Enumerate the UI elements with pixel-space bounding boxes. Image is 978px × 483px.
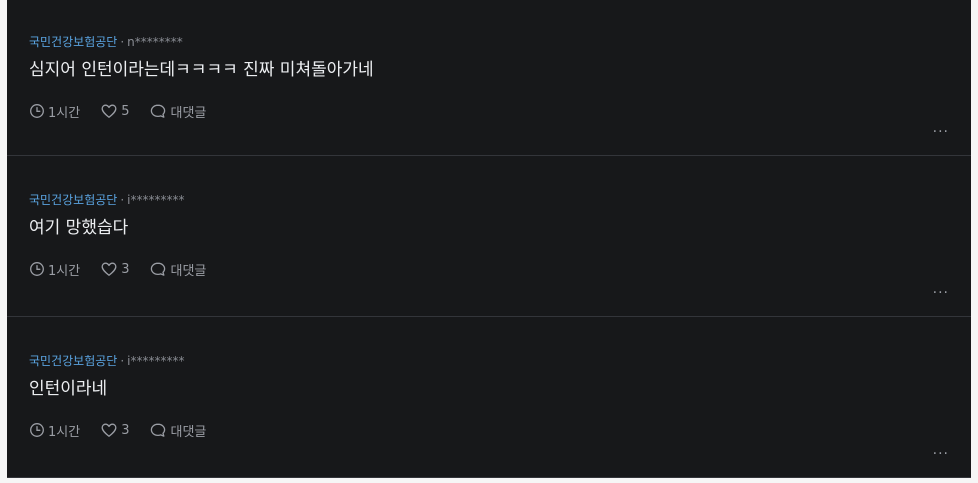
speech-bubble-icon [151, 423, 166, 437]
reply-label: 대댓글 [170, 263, 207, 279]
comment-item: 국민건강보험공단 · n******** 심지어 인턴이라는데ㅋㅋㅋㅋ 진짜 미쳐돌… [7, 0, 971, 156]
more-options-button[interactable]: ... [933, 443, 949, 457]
speech-bubble-icon [151, 262, 166, 276]
reply-button[interactable]: 대댓글 [149, 260, 206, 279]
time-label: 1시간 [48, 105, 81, 121]
reply-button[interactable]: 대댓글 [149, 421, 206, 440]
time-label: 1시간 [48, 424, 81, 440]
reply-label: 대댓글 [170, 424, 207, 440]
clock-icon [30, 262, 44, 276]
like-button[interactable]: 3 [100, 422, 129, 438]
like-count: 3 [121, 422, 130, 438]
time-label: 1시간 [48, 263, 81, 279]
comment-text: 여기 망했습다 [29, 218, 129, 238]
comment-actions: 1시간 3 대댓글 [29, 421, 971, 440]
heart-icon [101, 262, 117, 276]
meta-separator: · [120, 193, 125, 207]
reply-button[interactable]: 대댓글 [149, 102, 206, 121]
timestamp: 1시간 [29, 102, 80, 121]
username: i********* [127, 193, 185, 207]
comment-item: 국민건강보험공단 · i********* 여기 망했습다 1시간 3 대댓글 ..… [7, 156, 971, 317]
comment-actions: 1시간 3 대댓글 [29, 260, 971, 279]
comment-text: 인턴이라네 [29, 379, 108, 399]
comment-meta: 국민건강보험공단 · i********* [29, 353, 971, 369]
clock-icon [30, 104, 44, 118]
company-name[interactable]: 국민건강보험공단 [29, 193, 117, 207]
comment-text: 심지어 인턴이라는데ㅋㅋㅋㅋ 진짜 미쳐돌아가네 [29, 60, 374, 80]
like-count: 3 [121, 261, 130, 277]
clock-icon [30, 423, 44, 437]
username: i********* [127, 354, 185, 368]
company-name[interactable]: 국민건강보험공단 [29, 354, 117, 368]
reply-label: 대댓글 [170, 105, 207, 121]
more-options-button[interactable]: ... [933, 121, 949, 135]
speech-bubble-icon [151, 104, 166, 118]
company-name[interactable]: 국민건강보험공단 [29, 35, 117, 49]
comment-actions: 1시간 5 대댓글 [29, 102, 971, 121]
like-button[interactable]: 5 [100, 103, 129, 119]
comment-item: 국민건강보험공단 · i********* 인턴이라네 1시간 3 대댓글 ... [7, 317, 971, 478]
comment-meta: 국민건강보험공단 · i********* [29, 192, 971, 208]
username: n******** [127, 35, 183, 49]
meta-separator: · [120, 35, 125, 49]
like-count: 5 [121, 103, 130, 119]
more-options-button[interactable]: ... [933, 282, 949, 296]
comment-meta: 국민건강보험공단 · n******** [29, 34, 971, 50]
heart-icon [101, 104, 117, 118]
meta-separator: · [120, 354, 125, 368]
timestamp: 1시간 [29, 260, 80, 279]
heart-icon [101, 423, 117, 437]
comment-feed: 국민건강보험공단 · n******** 심지어 인턴이라는데ㅋㅋㅋㅋ 진짜 미쳐돌… [7, 0, 971, 478]
like-button[interactable]: 3 [100, 261, 129, 277]
timestamp: 1시간 [29, 421, 80, 440]
